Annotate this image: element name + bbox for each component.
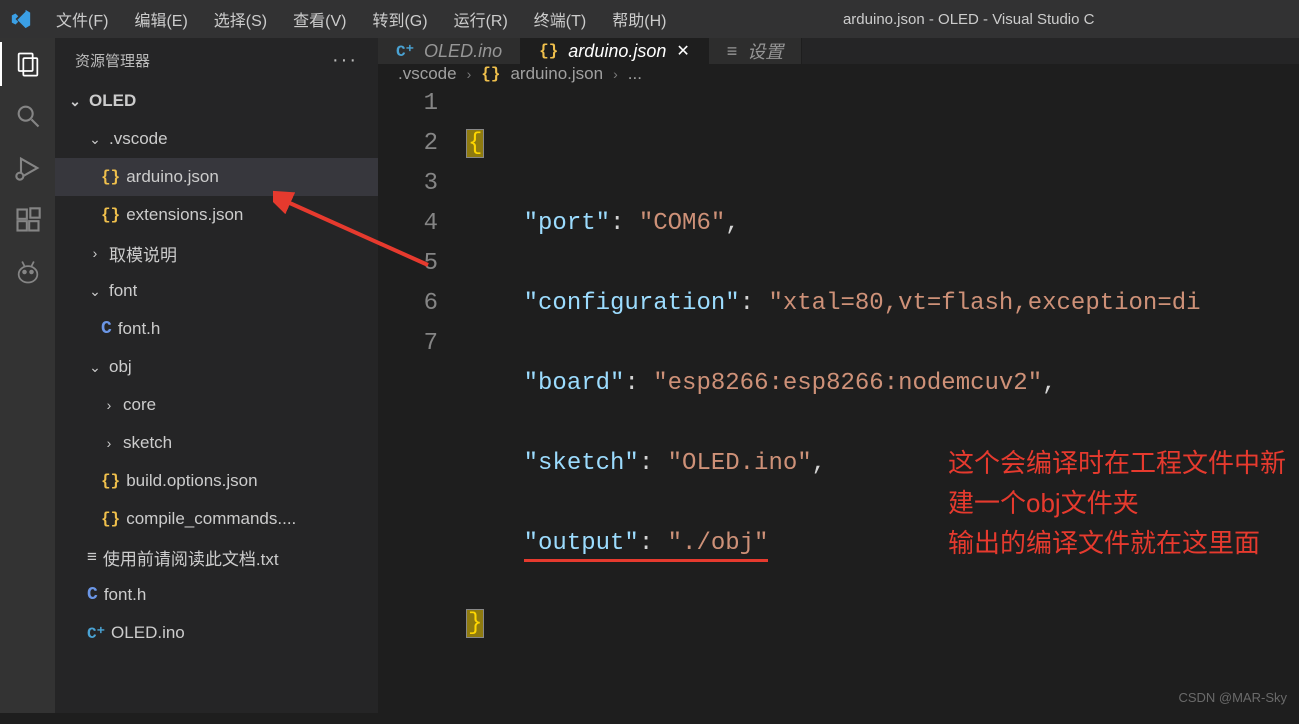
tree-root[interactable]: ⌄OLED [55, 82, 378, 120]
c-file-icon: C [101, 319, 112, 339]
menu-bar: 文件(F) 编辑(E) 选择(S) 查看(V) 转到(G) 运行(R) 终端(T… [44, 1, 678, 37]
tree-file-oled-ino[interactable]: C⁺OLED.ino [55, 614, 378, 652]
json-icon: {} [481, 65, 500, 83]
run-debug-icon[interactable] [14, 154, 42, 182]
tree-file-font-h[interactable]: Cfont.h [55, 310, 378, 348]
menu-goto[interactable]: 转到(G) [360, 1, 439, 37]
json-icon: {} [101, 472, 120, 490]
close-tab-icon[interactable]: ✕ [676, 41, 689, 61]
tab-arduino-json[interactable]: {}arduino.json✕ [521, 38, 709, 64]
json-icon: {} [101, 510, 120, 528]
tree-file-build-options[interactable]: {}build.options.json [55, 462, 378, 500]
tree-folder-vscode[interactable]: ⌄.vscode [55, 120, 378, 158]
search-icon[interactable] [14, 102, 42, 130]
watermark: CSDN @MAR-Sky [1178, 690, 1287, 705]
c-file-icon: C [87, 585, 98, 605]
breadcrumb-tail[interactable]: ... [628, 64, 642, 84]
line-number-gutter: 1 2 3 4 5 6 7 [378, 84, 466, 724]
tree-file-extensions-json[interactable]: {}extensions.json [55, 196, 378, 234]
sidebar-explorer: 资源管理器 ··· ⌄OLED ⌄.vscode {}arduino.json … [55, 38, 378, 713]
extensions-icon[interactable] [14, 206, 42, 234]
chevron-right-icon: › [613, 66, 618, 82]
code-content[interactable]: { "port": "COM6", "configuration": "xtal… [466, 84, 1299, 724]
code-editor[interactable]: 1 2 3 4 5 6 7 { "port": "COM6", "configu… [378, 84, 1299, 724]
editor-tabs: C⁺OLED.ino {}arduino.json✕ ≡设置 [378, 38, 1299, 64]
chevron-right-icon: › [467, 66, 472, 82]
tree-file-readme[interactable]: ≡使用前请阅读此文档.txt [55, 538, 378, 576]
titlebar: 文件(F) 编辑(E) 选择(S) 查看(V) 转到(G) 运行(R) 终端(T… [0, 0, 1299, 38]
breadcrumb-file[interactable]: arduino.json [510, 64, 603, 84]
tree-file-font-h-root[interactable]: Cfont.h [55, 576, 378, 614]
menu-run[interactable]: 运行(R) [442, 1, 520, 37]
json-icon: {} [101, 206, 120, 224]
platformio-icon[interactable] [14, 258, 42, 286]
breadcrumb-folder[interactable]: .vscode [398, 64, 457, 84]
tab-oled-ino[interactable]: C⁺OLED.ino [378, 38, 521, 64]
json-icon: {} [539, 42, 558, 60]
tree-folder-qumo[interactable]: ›取模说明 [55, 234, 378, 272]
menu-view[interactable]: 查看(V) [281, 1, 358, 37]
editor-area: C⁺OLED.ino {}arduino.json✕ ≡设置 .vscode ›… [378, 38, 1299, 713]
menu-select[interactable]: 选择(S) [202, 1, 279, 37]
vscode-logo-icon [8, 6, 34, 32]
tree-file-compile-commands[interactable]: {}compile_commands.... [55, 500, 378, 538]
menu-terminal[interactable]: 终端(T) [522, 1, 598, 37]
explorer-title: 资源管理器 [75, 50, 150, 71]
tree-folder-core[interactable]: ›core [55, 386, 378, 424]
text-file-icon: ≡ [87, 547, 97, 567]
menu-file[interactable]: 文件(F) [44, 1, 120, 37]
explorer-header: 资源管理器 ··· [55, 38, 378, 82]
cpp-file-icon: C⁺ [87, 623, 105, 643]
menu-help[interactable]: 帮助(H) [600, 1, 678, 37]
window-title: arduino.json - OLED - Visual Studio C [678, 11, 1299, 28]
json-icon: {} [101, 168, 120, 186]
tree-folder-font[interactable]: ⌄font [55, 272, 378, 310]
explorer-icon[interactable] [14, 50, 42, 78]
tree-folder-sketch[interactable]: ›sketch [55, 424, 378, 462]
settings-icon: ≡ [727, 41, 738, 62]
tab-settings[interactable]: ≡设置 [709, 38, 803, 64]
activity-bar [0, 38, 55, 713]
tree-file-arduino-json[interactable]: {}arduino.json [55, 158, 378, 196]
cpp-file-icon: C⁺ [396, 41, 414, 61]
menu-edit[interactable]: 编辑(E) [122, 1, 199, 37]
file-tree: ⌄OLED ⌄.vscode {}arduino.json {}extensio… [55, 82, 378, 652]
more-actions-icon[interactable]: ··· [332, 49, 358, 72]
annotation-text: 这个会编译时在工程文件中新建一个obj文件夹 输出的编译文件就在这里面 [948, 443, 1299, 563]
tree-folder-obj[interactable]: ⌄obj [55, 348, 378, 386]
breadcrumb[interactable]: .vscode › {} arduino.json › ... [378, 64, 1299, 84]
